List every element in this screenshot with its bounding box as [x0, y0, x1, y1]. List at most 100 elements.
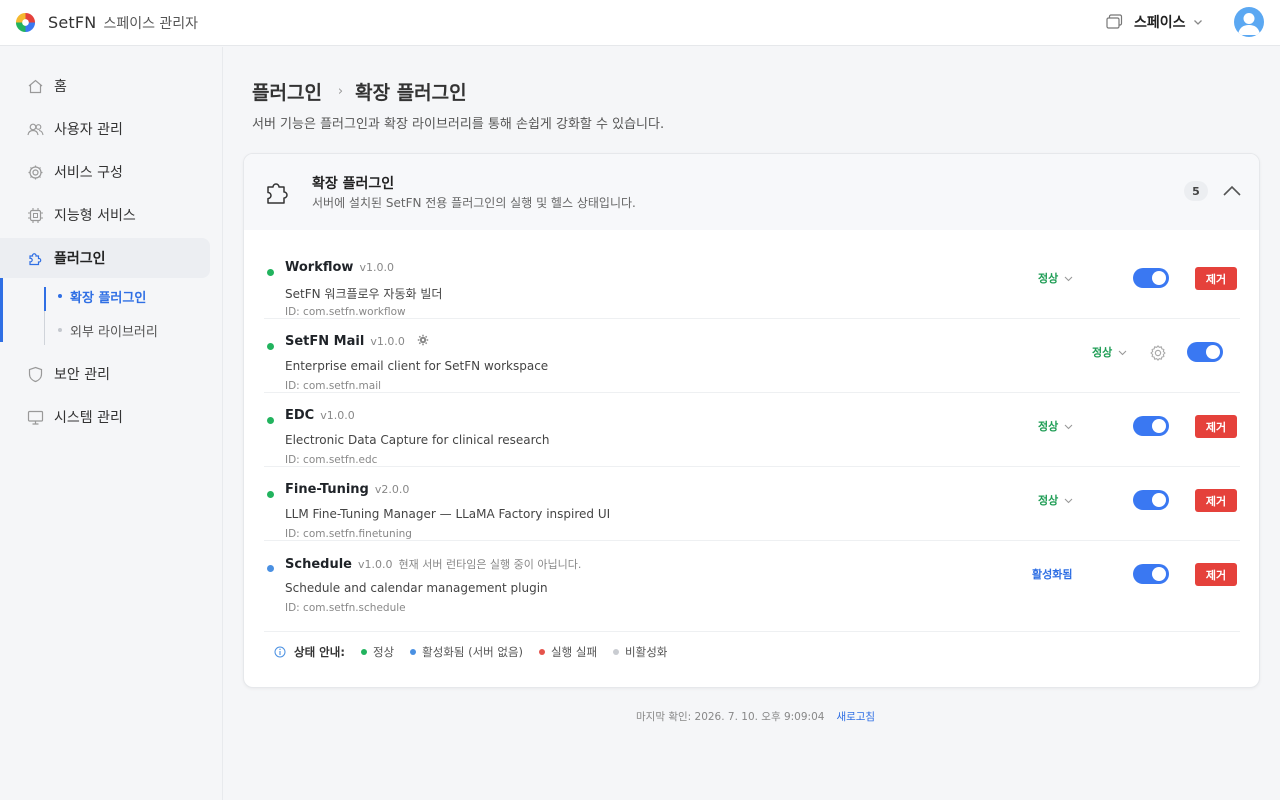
sidebar-subitem-extension-plugins[interactable]: 확장 플러그인	[58, 286, 146, 306]
health-status-dropdown[interactable]: 정상	[1038, 418, 1073, 434]
home-icon	[28, 79, 43, 93]
plugin-count-badge: 5	[1184, 181, 1208, 201]
legend-label: 활성화됨 (서버 없음)	[422, 644, 524, 659]
legend-label: 비활성화	[625, 644, 668, 659]
sidebar-item-home[interactable]: 홈	[0, 66, 210, 106]
collapse-chevron-up-icon[interactable]	[1220, 181, 1244, 201]
sidebar-subitem-label: 확장 플러그인	[70, 290, 147, 306]
plugin-runtime-note: 현재 서버 런타임은 실행 중이 아닙니다.	[398, 558, 582, 571]
sidebar: 홈 사용자 관리 서비스 구성 지능형 서비스 플러그인 확장 플러그인 외부 …	[0, 47, 223, 800]
plugin-version: v2.0.0	[374, 483, 410, 496]
brand-subtitle: 스페이스 관리자	[103, 15, 199, 32]
plugin-row-edc: EDC v1.0.0 Electronic Data Capture for cl…	[264, 393, 1240, 467]
plugin-version: v1.0.0	[357, 558, 393, 571]
breadcrumb-separator: ›	[337, 84, 344, 99]
space-label: 스페이스	[1134, 15, 1186, 31]
puzzle-icon	[29, 252, 42, 265]
refresh-link[interactable]: 새로고침	[836, 709, 875, 724]
plugin-id: ID: com.setfn.workflow	[285, 306, 406, 318]
info-icon	[274, 646, 286, 657]
plugin-enable-toggle[interactable]	[1133, 564, 1169, 584]
legend-item-disabled: 비활성화	[613, 644, 667, 660]
sidebar-item-label: 서비스 구성	[54, 165, 123, 181]
health-status-dropdown[interactable]: 정상	[1038, 270, 1073, 286]
bullet-icon	[58, 328, 62, 332]
plugin-enable-toggle[interactable]	[1133, 416, 1169, 436]
status-ok-dot	[267, 491, 274, 498]
legend-item-ok: 정상	[360, 644, 395, 660]
last-checked-text: 마지막 확인: 2026. 7. 10. 오후 9:09:04	[636, 711, 825, 723]
plugin-row-schedule: Schedule v1.0.0 현재 서버 런타임은 실행 중이 아닙니다. Sch…	[264, 541, 1240, 615]
status-disabled-dot	[613, 648, 620, 655]
remove-button[interactable]: 제거	[1195, 267, 1237, 290]
top-bar: SetFN 스페이스 관리자 스페이스	[0, 0, 1280, 46]
status-ok-dot	[267, 343, 274, 350]
settings-gear-icon[interactable]	[417, 334, 429, 346]
plugin-version: v1.0.0	[370, 335, 405, 348]
monitor-icon	[27, 410, 44, 425]
legend-item-active: 활성화됨 (서버 없음)	[410, 644, 523, 660]
status-active-dot	[410, 648, 417, 655]
submenu-active-line	[44, 287, 46, 311]
plugin-row-fine-tuning: Fine-Tuning v2.0.0 LLM Fine-Tuning Manage…	[264, 467, 1240, 541]
window-stack-icon	[1106, 14, 1123, 29]
sidebar-item-service-config[interactable]: 서비스 구성	[0, 152, 210, 192]
sidebar-item-label: 보안 관리	[54, 367, 110, 383]
sidebar-item-plugins[interactable]: 플러그인	[0, 238, 210, 278]
breadcrumb-parent[interactable]: 플러그인	[252, 78, 322, 105]
plugin-name: Fine-Tuning	[285, 482, 369, 497]
remove-button[interactable]: 제거	[1195, 415, 1237, 438]
plugin-description: Electronic Data Capture for clinical res…	[285, 433, 550, 447]
page-description: 서버 기능은 플러그인과 확장 라이브러리를 통해 손쉽게 강화할 수 있습니다…	[252, 117, 665, 132]
plugin-enable-toggle[interactable]	[1187, 342, 1223, 362]
sidebar-item-system[interactable]: 시스템 관리	[0, 397, 210, 437]
status-failed-dot	[539, 648, 546, 655]
user-icon	[1238, 13, 1260, 35]
status-ok-dot	[360, 648, 367, 655]
plugin-row-workflow: Workflow v1.0.0 SetFN 워크플로우 자동화 빌더 ID: co…	[264, 245, 1240, 319]
plugin-description: SetFN 워크플로우 자동화 빌더	[285, 287, 443, 301]
plugin-description: Enterprise email client for SetFN worksp…	[285, 359, 549, 373]
brand-logo-icon	[15, 12, 36, 33]
plugin-enable-toggle[interactable]	[1133, 490, 1169, 510]
remove-button[interactable]: 제거	[1195, 489, 1237, 512]
settings-gear-icon[interactable]	[1149, 344, 1167, 362]
health-status-label: 정상	[1038, 420, 1059, 433]
gear-icon	[28, 165, 43, 179]
puzzle-icon	[267, 183, 288, 204]
status-ok-dot	[267, 269, 274, 276]
brand[interactable]: SetFN 스페이스 관리자	[15, 12, 198, 33]
health-status-dropdown[interactable]: 정상	[1092, 344, 1127, 360]
plugin-id: ID: com.setfn.edc	[285, 454, 378, 466]
sidebar-item-intelligent-services[interactable]: 지능형 서비스	[0, 195, 210, 235]
health-status-dropdown[interactable]: 정상	[1038, 492, 1073, 508]
plugin-description: Schedule and calendar management plugin	[285, 581, 548, 595]
sidebar-subitem-external-libraries[interactable]: 외부 라이브러리	[58, 320, 158, 340]
chevron-down-icon	[1193, 20, 1202, 25]
health-status-label: 활성화됨	[1032, 568, 1073, 581]
sidebar-item-security[interactable]: 보안 관리	[0, 354, 210, 394]
status-ok-dot	[267, 417, 274, 424]
toggle-knob	[1152, 567, 1166, 581]
sidebar-item-label: 홈	[54, 79, 67, 95]
avatar[interactable]	[1234, 7, 1264, 37]
users-icon	[27, 123, 44, 135]
plugin-row-setfn-mail: SetFN Mail v1.0.0 Enterprise email client…	[264, 319, 1240, 393]
brand-name: SetFN	[48, 13, 97, 32]
plugin-id: ID: com.setfn.finetuning	[285, 528, 412, 540]
toggle-knob	[1152, 271, 1166, 285]
chevron-down-icon	[1064, 424, 1073, 429]
plugin-enable-toggle[interactable]	[1133, 268, 1169, 288]
plugin-name-line: Fine-Tuning v2.0.0	[285, 482, 409, 497]
page-title: 확장 플러그인	[355, 82, 467, 104]
legend-label: 정상	[372, 644, 395, 659]
shield-icon	[28, 366, 43, 382]
space-switcher[interactable]: 스페이스	[1106, 12, 1203, 32]
legend-item-failed: 실행 실패	[539, 644, 597, 660]
footer: 마지막 확인: 2026. 7. 10. 오후 9:09:04 새로고침	[636, 709, 875, 724]
sidebar-item-users[interactable]: 사용자 관리	[0, 109, 210, 149]
remove-button[interactable]: 제거	[1195, 563, 1237, 586]
sidebar-item-label: 시스템 관리	[54, 410, 123, 426]
toggle-knob	[1206, 345, 1220, 359]
plugins-card: 확장 플러그인 서버에 설치된 SetFN 전용 플러그인의 실행 및 헬스 상…	[243, 153, 1260, 688]
